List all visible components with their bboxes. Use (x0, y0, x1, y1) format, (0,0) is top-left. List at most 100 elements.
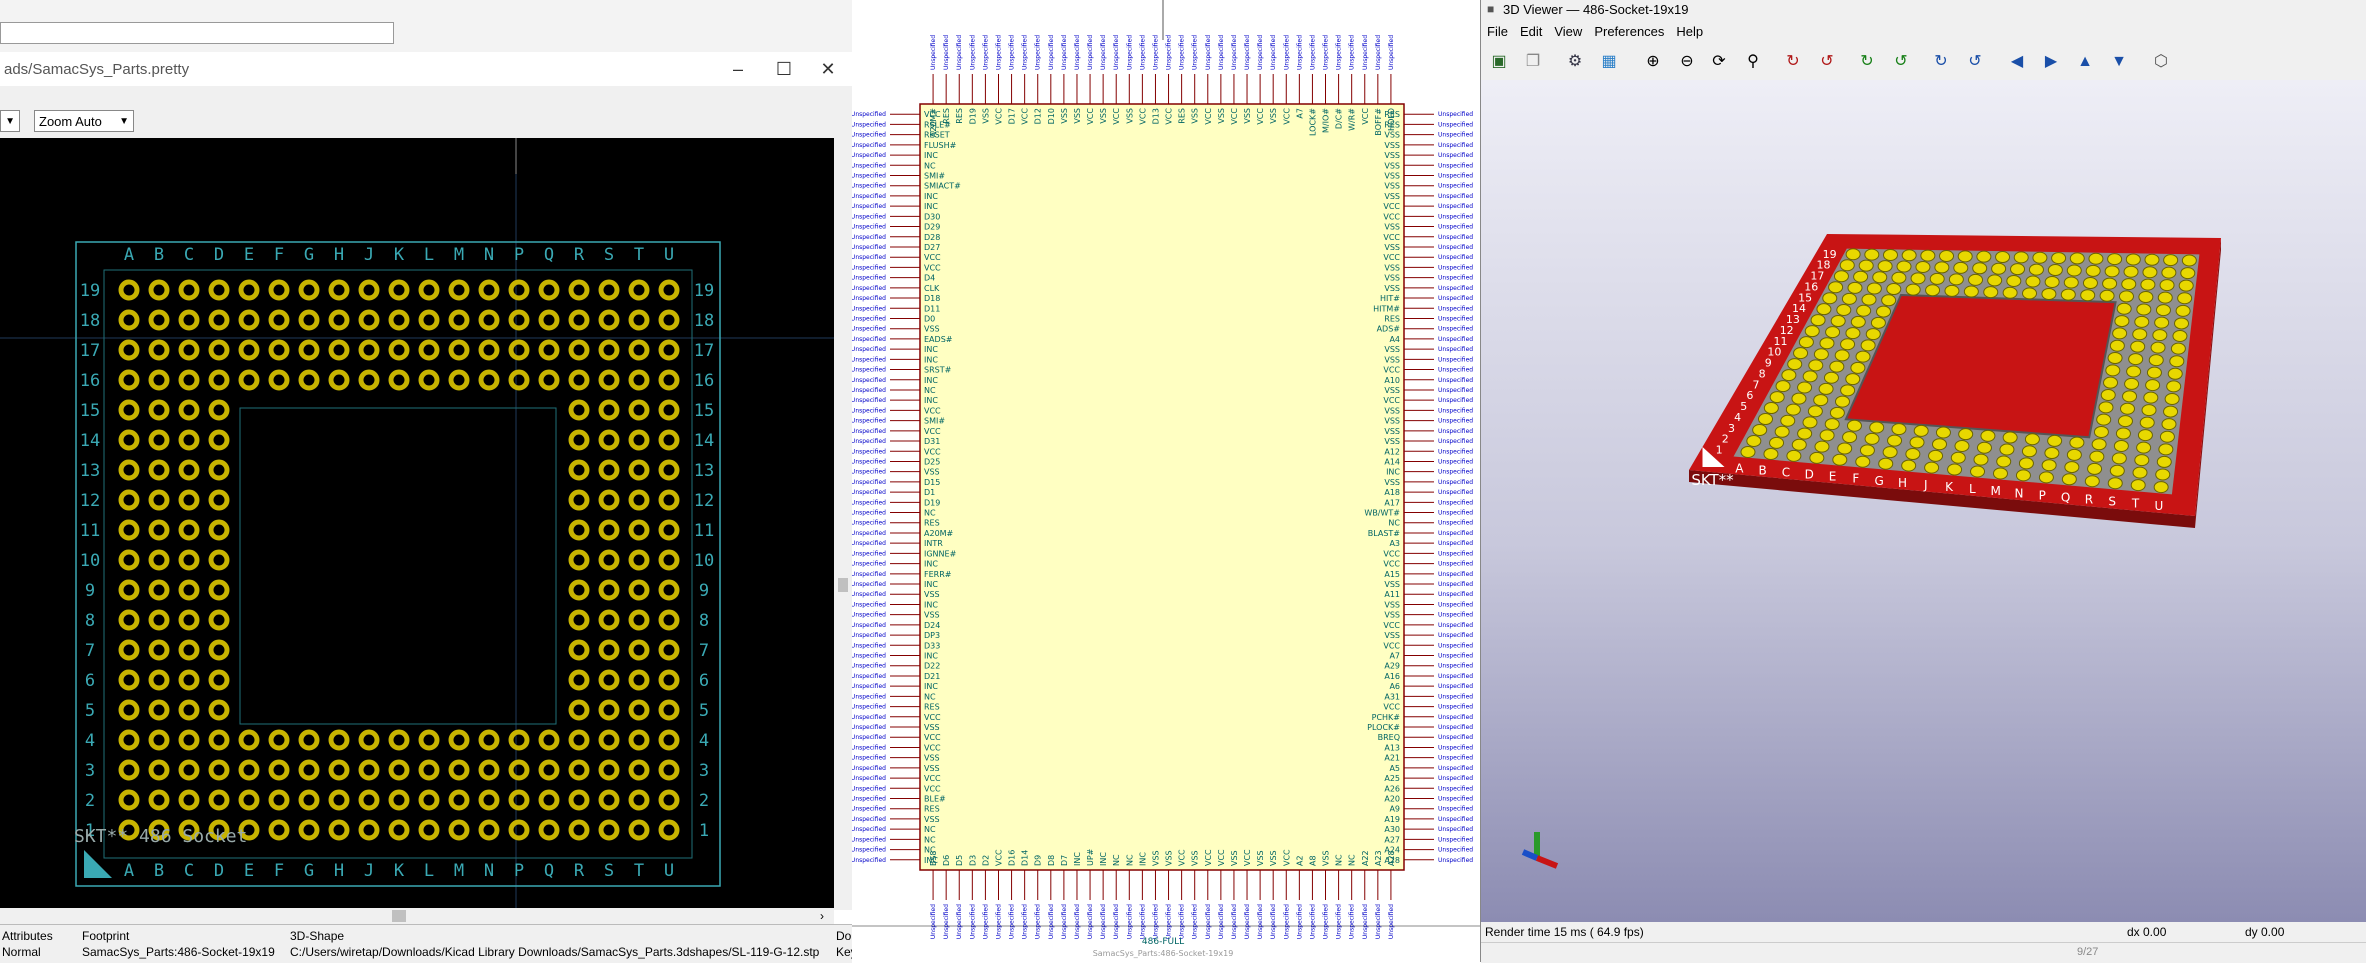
reload-board-icon[interactable]: ▣ (1487, 50, 1511, 74)
pin (2139, 416, 2155, 429)
pin (1886, 283, 1902, 296)
column-label: S (604, 861, 614, 881)
pin-name: A16 (1384, 672, 1400, 681)
pin-name: NC (1125, 854, 1134, 866)
pin (2155, 468, 2171, 481)
pad (208, 489, 230, 511)
column-label: T (634, 245, 644, 265)
menu-edit[interactable]: Edit (1514, 22, 1548, 42)
pin (1859, 444, 1875, 457)
pin-net-label: Unspecified (852, 275, 886, 282)
pad (538, 729, 560, 751)
pin (2116, 302, 2132, 315)
orthographic-icon[interactable]: ⬡ (2149, 50, 2173, 74)
rotate-y-ccw-icon[interactable]: ↺ (1889, 50, 1913, 74)
pad (448, 759, 470, 781)
copy-image-icon[interactable]: ❐ (1521, 50, 1545, 74)
pin-net-label: Unspecified (1438, 591, 1473, 598)
menu-bar: File Edit View Preferences Help (1481, 22, 2366, 42)
pad (118, 339, 140, 361)
pad (298, 789, 320, 811)
column-label: H (334, 245, 344, 265)
pin-name: A14 (1384, 457, 1400, 466)
pin-net-label: Unspecified (969, 904, 976, 939)
pin (2096, 413, 2112, 426)
render-mode-icon[interactable]: ▦ (1597, 50, 1621, 74)
pin-net-label: Unspecified (1126, 904, 1133, 939)
pin-net-label: Unspecified (1100, 904, 1107, 939)
pin-net-label: Unspecified (1438, 673, 1473, 680)
footprint-drawing: AABBCCDDEEFFGGHHJJKKLLMMNNPPQQRRSSTTUU19… (0, 138, 834, 910)
move-up-icon[interactable]: ▲ (2073, 50, 2097, 74)
rotate-x-ccw-icon[interactable]: ↺ (1815, 50, 1839, 74)
chevron-down-icon: ▼ (119, 116, 129, 127)
pin-name: EADS# (924, 335, 953, 344)
settings-gear-icon[interactable]: ⚙ (1563, 50, 1587, 74)
menu-preferences[interactable]: Preferences (1588, 22, 1670, 42)
pin-net-label: Unspecified (995, 35, 1002, 70)
pin (1828, 281, 1844, 294)
move-right-icon[interactable]: ▶ (2039, 50, 2063, 74)
axis-x (1535, 855, 1559, 869)
menu-view[interactable]: View (1548, 22, 1588, 42)
scrollbar-thumb[interactable] (392, 910, 406, 922)
zoom-out-icon[interactable]: ⊖ (1675, 50, 1699, 74)
3d-render-canvas[interactable]: A B C D E F G H J K L M N P Q R S T U 19 18 17 16 15 14 13 12 11 10 9… (1481, 80, 2366, 922)
grid-select[interactable]: ▼ (0, 110, 20, 132)
pad (328, 279, 350, 301)
pad (118, 519, 140, 541)
scrollbar-thumb[interactable] (838, 578, 848, 592)
pad (148, 519, 170, 541)
pin-net-label: Unspecified (1438, 724, 1473, 731)
column-label: N (2015, 486, 2024, 500)
pad (628, 399, 650, 421)
pin (1972, 262, 1988, 275)
pad (478, 759, 500, 781)
zoom-fit-icon[interactable]: ⚲ (1741, 50, 1765, 74)
close-button[interactable]: ✕ (806, 56, 850, 82)
maximize-button[interactable]: ☐ (762, 56, 806, 82)
pin-net-label: Unspecified (1438, 387, 1473, 394)
pin (2166, 380, 2182, 393)
pin-net-label: Unspecified (852, 315, 886, 322)
pad (658, 429, 680, 451)
pin (2178, 279, 2194, 292)
pin-net-label: Unspecified (1362, 35, 1369, 70)
pin-name: VSS (1384, 355, 1400, 364)
redraw-icon[interactable]: ⟳ (1707, 50, 1731, 74)
pad (448, 279, 470, 301)
pin-name: D11 (924, 304, 940, 313)
pad (568, 519, 590, 541)
pad (268, 759, 290, 781)
pin-net-label: Unspecified (1438, 775, 1473, 782)
rotate-z-cw-icon[interactable]: ↻ (1929, 50, 1953, 74)
pin (2136, 441, 2152, 454)
column-label: Q (544, 245, 554, 265)
rotate-z-ccw-icon[interactable]: ↺ (1963, 50, 1987, 74)
footprint-canvas[interactable]: A A B B C C D D E E F F G G H H J J K K L L M M N N P P Q Q R R S S T T U U 19… (0, 138, 834, 910)
pin (1861, 293, 1877, 306)
move-down-icon[interactable]: ▼ (2107, 50, 2131, 74)
move-left-icon[interactable]: ◀ (2005, 50, 2029, 74)
menu-file[interactable]: File (1481, 22, 1514, 42)
pin-net-label: Unspecified (1438, 224, 1473, 231)
pin (2015, 469, 2031, 482)
schematic-canvas[interactable]: VCC Unspecified RSLE# Unspecified RESET Unspe… (851, 0, 1480, 962)
menu-help[interactable]: Help (1670, 22, 1709, 42)
pad (118, 459, 140, 481)
pin-net-label: Unspecified (1438, 377, 1473, 384)
background-input-field[interactable] (0, 22, 394, 44)
zoom-select[interactable]: Zoom Auto ▼ (34, 110, 134, 132)
vertical-scrollbar[interactable] (834, 138, 852, 910)
pad (178, 459, 200, 481)
pad (328, 729, 350, 751)
zoom-in-icon[interactable]: ⊕ (1641, 50, 1665, 74)
rotate-y-cw-icon[interactable]: ↻ (1855, 50, 1879, 74)
chevron-right-icon[interactable]: › (820, 909, 824, 923)
pad (568, 549, 590, 571)
minimize-button[interactable]: – (716, 56, 760, 82)
rotate-x-cw-icon[interactable]: ↻ (1781, 50, 1805, 74)
pin-name: ADS# (1377, 325, 1401, 334)
pad (658, 309, 680, 331)
pin (2121, 278, 2137, 291)
